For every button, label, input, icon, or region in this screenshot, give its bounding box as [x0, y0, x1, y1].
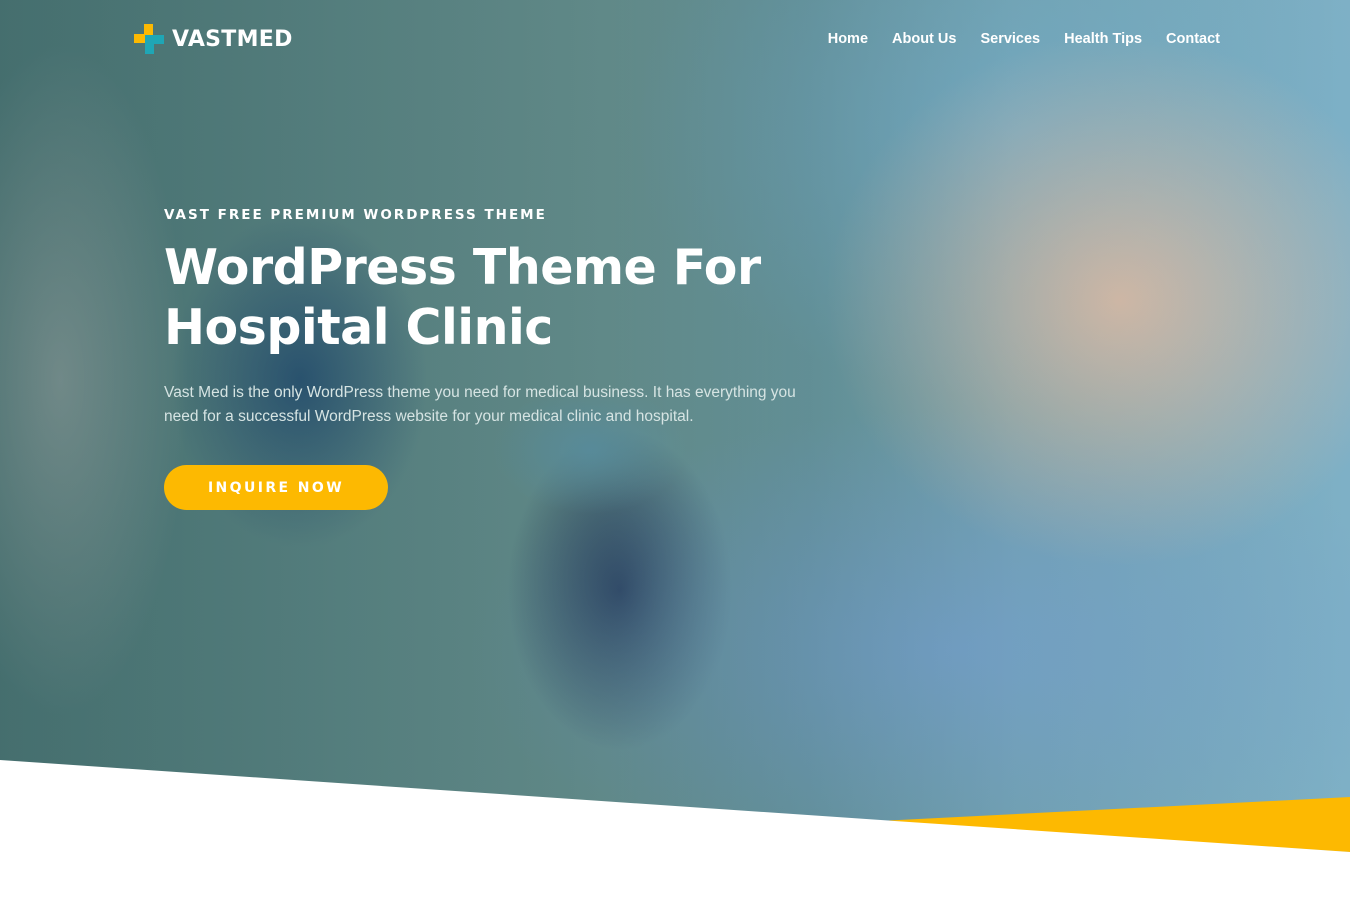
main-navigation: Home About Us Services Health Tips Conta…	[828, 31, 1220, 47]
inquire-now-button[interactable]: INQUIRE NOW	[164, 465, 388, 510]
hero-bottom-divider	[0, 760, 1350, 899]
hero-headline: WordPress Theme For Hospital Clinic	[164, 239, 761, 356]
nav-item-contact[interactable]: Contact	[1166, 31, 1220, 47]
hero-eyebrow: VAST FREE PREMIUM WORDPRESS THEME	[164, 207, 547, 223]
nav-item-home[interactable]: Home	[828, 31, 868, 47]
hero-section: VASTMED Home About Us Services Health Ti…	[0, 0, 1350, 899]
logo-text: VASTMED	[172, 26, 293, 52]
nav-item-about-us[interactable]: About Us	[892, 31, 956, 47]
hero-description: Vast Med is the only WordPress theme you…	[164, 384, 796, 425]
nav-item-health-tips[interactable]: Health Tips	[1064, 31, 1142, 47]
nav-item-services[interactable]: Services	[980, 31, 1040, 47]
medical-cross-icon	[134, 24, 164, 54]
site-logo[interactable]: VASTMED	[134, 24, 293, 54]
